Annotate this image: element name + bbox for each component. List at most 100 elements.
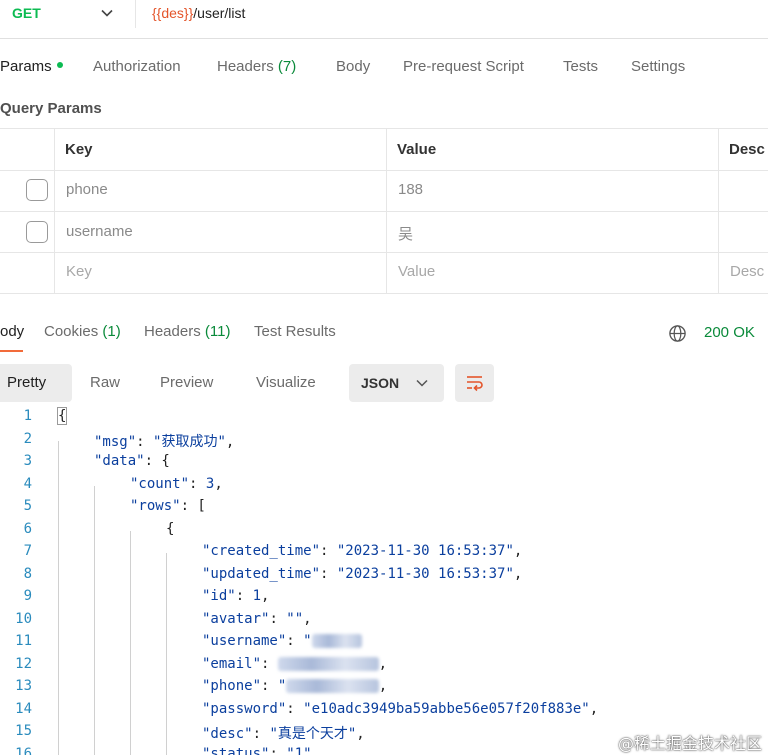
divider bbox=[0, 293, 768, 294]
code-text: "email": , bbox=[202, 656, 387, 672]
new-param-description-input[interactable]: Desc bbox=[730, 263, 764, 280]
tab-response-body[interactable]: ody bbox=[0, 323, 24, 340]
line-number: 3 bbox=[23, 453, 32, 469]
divider bbox=[0, 170, 768, 171]
line-number: 16 bbox=[15, 745, 32, 755]
divider bbox=[0, 252, 768, 253]
globe-icon[interactable] bbox=[668, 324, 687, 343]
param-checkbox[interactable] bbox=[26, 179, 48, 201]
url-bar: GET {{des}}/user/list bbox=[0, 0, 768, 30]
json-punctuation: { bbox=[166, 520, 175, 537]
redacted-value bbox=[277, 656, 379, 671]
tab-response-headers[interactable]: Headers (11) bbox=[144, 323, 230, 340]
line-number: 4 bbox=[23, 475, 32, 492]
json-key: "username" bbox=[202, 633, 287, 649]
method-select[interactable]: GET bbox=[12, 5, 41, 21]
format-select-label: JSON bbox=[361, 375, 400, 391]
new-param-key-input[interactable]: Key bbox=[66, 263, 92, 280]
tab-authorization[interactable]: Authorization bbox=[93, 58, 181, 75]
json-key: "desc" bbox=[202, 726, 253, 742]
column-header-key: Key bbox=[65, 141, 93, 158]
json-punctuation: : bbox=[320, 543, 337, 559]
param-key-cell[interactable]: username bbox=[66, 223, 133, 240]
json-key: "id" bbox=[202, 588, 236, 604]
tab-test-results[interactable]: Test Results bbox=[254, 323, 336, 340]
view-pretty[interactable]: Pretty bbox=[0, 364, 72, 402]
code-text: "status": "1" bbox=[202, 746, 312, 755]
code-text: "username": " bbox=[202, 633, 362, 649]
view-raw[interactable]: Raw bbox=[90, 364, 120, 402]
query-params-table: Key Value Desc phone 188 username 吴 Key … bbox=[0, 128, 768, 294]
line-number: 9 bbox=[23, 588, 32, 604]
json-key: "avatar" bbox=[202, 610, 270, 627]
tab-headers[interactable]: Headers (7) bbox=[217, 58, 296, 75]
divider bbox=[135, 0, 136, 28]
code-text: "desc": "真是个天才", bbox=[202, 723, 365, 743]
code-text: "count": 3, bbox=[130, 476, 223, 492]
json-punctuation: : bbox=[286, 633, 304, 649]
code-text: { bbox=[166, 521, 174, 537]
code-line: 8 "updated_time": "2023-11-30 16:53:37", bbox=[0, 566, 768, 589]
watermark: @稀土掘金技术社区 bbox=[617, 734, 762, 753]
json-punctuation: : bbox=[320, 565, 337, 582]
json-punctuation: , bbox=[513, 565, 523, 582]
line-number: 1 bbox=[23, 408, 32, 424]
line-number: 8 bbox=[23, 565, 32, 582]
code-text: "updated_time": "2023-11-30 16:53:37", bbox=[202, 566, 522, 582]
redacted-value bbox=[286, 679, 379, 693]
json-value: "1" bbox=[286, 745, 312, 755]
code-text: "password": "e10adc3949ba59abbe56e057f20… bbox=[202, 701, 598, 717]
column-header-value: Value bbox=[397, 141, 437, 158]
url-input[interactable]: {{des}}/user/list bbox=[152, 5, 245, 21]
param-value-cell[interactable]: 188 bbox=[398, 181, 423, 198]
json-punctuation: : { bbox=[144, 453, 170, 469]
tab-settings[interactable]: Settings bbox=[631, 58, 685, 75]
redacted-value bbox=[311, 634, 362, 648]
params-active-dot bbox=[56, 62, 63, 69]
code-line: 10 "avatar": "", bbox=[0, 611, 768, 634]
json-punctuation: { bbox=[56, 407, 68, 425]
code-line: 3 "data": { bbox=[0, 453, 768, 476]
tab-params[interactable]: Params bbox=[0, 58, 63, 75]
line-number: 7 bbox=[23, 543, 32, 559]
tab-pre-request-script[interactable]: Pre-request Script bbox=[403, 58, 524, 75]
code-text: "avatar": "", bbox=[202, 611, 312, 627]
wrap-lines-button[interactable] bbox=[455, 364, 494, 402]
code-line: 11 "username": " bbox=[0, 633, 768, 656]
code-line: 4 "count": 3, bbox=[0, 476, 768, 499]
json-key: "data" bbox=[94, 453, 145, 469]
json-punctuation: , bbox=[214, 475, 223, 492]
format-select[interactable]: JSON bbox=[349, 364, 444, 402]
url-variable: {{des}} bbox=[152, 5, 194, 21]
code-line: 14 "password": "e10adc3949ba59abbe56e057f… bbox=[0, 701, 768, 724]
query-params-title: Query Params bbox=[0, 100, 102, 117]
json-punctuation: , bbox=[378, 655, 388, 672]
json-punctuation: : bbox=[252, 726, 270, 742]
json-punctuation: , bbox=[303, 610, 312, 627]
param-checkbox[interactable] bbox=[26, 221, 48, 243]
json-punctuation: : bbox=[189, 475, 206, 492]
line-number: 12 bbox=[15, 655, 32, 672]
json-value: " bbox=[277, 678, 287, 694]
json-value: "e10adc3949ba59abbe56e057f20f883e" bbox=[303, 700, 590, 717]
line-number: 5 bbox=[23, 498, 32, 514]
response-body-code[interactable]: 1{2 "msg": "获取成功", 3 "data": {4 "count": 3, 5… bbox=[0, 407, 768, 755]
line-number: 2 bbox=[23, 430, 32, 447]
param-key-cell[interactable]: phone bbox=[66, 181, 108, 198]
line-number: 15 bbox=[15, 723, 32, 739]
view-preview[interactable]: Preview bbox=[160, 364, 213, 402]
new-param-value-input[interactable]: Value bbox=[398, 263, 435, 280]
tab-tests[interactable]: Tests bbox=[563, 58, 598, 75]
json-key: "phone" bbox=[202, 678, 262, 694]
divider bbox=[54, 128, 55, 294]
code-text: "data": { bbox=[94, 453, 170, 469]
json-value: "真是个天才" bbox=[269, 726, 357, 742]
param-value-cell[interactable]: 吴 bbox=[398, 223, 413, 244]
status-badge[interactable]: 200 OK bbox=[704, 324, 755, 341]
json-punctuation: , bbox=[261, 588, 270, 604]
tab-cookies[interactable]: Cookies (1) bbox=[44, 323, 121, 340]
code-text: { bbox=[56, 407, 68, 425]
view-visualize[interactable]: Visualize bbox=[256, 364, 316, 402]
tab-body[interactable]: Body bbox=[336, 58, 370, 75]
chevron-down-icon[interactable] bbox=[100, 6, 114, 20]
